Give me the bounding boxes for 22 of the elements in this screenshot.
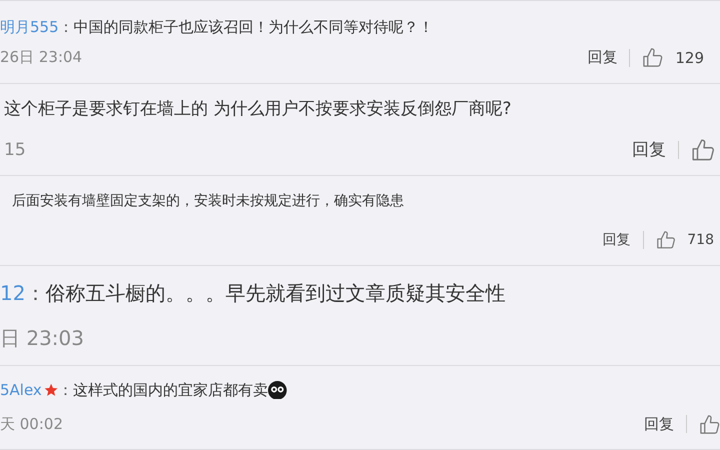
thumbs-up-icon[interactable] [691,138,715,162]
timestamp: 26日 23:04 [0,48,82,67]
timestamp: 天 00:02 [0,414,63,434]
reply-link[interactable]: 回复 [632,138,666,162]
colon: ： [25,280,46,306]
thumbs-up-icon[interactable] [642,47,664,68]
comment-text: 这样式的国内的宜家店都有卖 [73,380,268,400]
like-count: 129 [675,48,704,66]
comment-text: 后面安装有墙壁固定支架的，安装时未按规定进行，确实有隐患 [12,192,404,210]
thumbs-up-icon[interactable] [656,230,676,250]
colon: ： [58,18,74,37]
comment-text: 俗称五斗橱的。。。早先就看到过文章质疑其安全性 [45,280,506,306]
comment-text: 中国的同款柜子也应该召回！为什么不同等对待呢？！ [74,18,434,37]
reply-link[interactable]: 回复 [602,230,631,248]
comment-text: 这个柜子是要求钉在墙上的 为什么用户不按要求安装反倒怨厂商呢? [4,98,512,120]
colon: ： [58,380,74,400]
like-count: 718 [687,232,714,248]
reply-link[interactable]: 回复 [587,48,618,67]
timestamp: 15 [4,140,26,160]
reply-link[interactable]: 回复 [644,414,674,434]
thumbs-up-icon[interactable] [699,414,720,434]
timestamp: 日 23:03 [0,324,84,352]
